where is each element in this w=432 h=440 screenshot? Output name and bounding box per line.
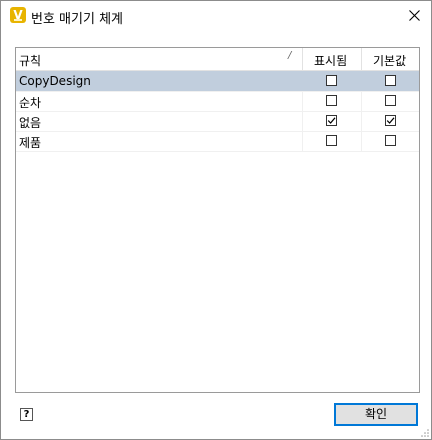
shown-checkbox[interactable] bbox=[326, 135, 337, 146]
resize-grip-icon[interactable] bbox=[421, 429, 429, 437]
close-icon bbox=[409, 10, 420, 21]
title-bar: V 번호 매기기 체계 bbox=[1, 1, 431, 31]
table-row[interactable]: 제품 bbox=[16, 131, 419, 152]
default-checkbox[interactable] bbox=[385, 115, 396, 126]
checkmark-icon bbox=[327, 117, 336, 124]
window-title: 번호 매기기 체계 bbox=[31, 12, 123, 27]
shown-checkbox[interactable] bbox=[326, 115, 337, 126]
default-checkbox[interactable] bbox=[385, 75, 396, 86]
default-checkbox[interactable] bbox=[385, 95, 396, 106]
shown-checkbox[interactable] bbox=[326, 75, 337, 86]
table-row[interactable]: CopyDesign bbox=[16, 71, 419, 92]
table-row[interactable]: 없음 bbox=[16, 111, 419, 132]
rule-name: 없음 bbox=[19, 116, 42, 130]
column-header-rule[interactable]: 규칙 bbox=[19, 52, 41, 69]
checkmark-icon bbox=[386, 117, 395, 124]
rule-name: CopyDesign bbox=[19, 74, 91, 88]
shown-checkbox[interactable] bbox=[326, 95, 337, 106]
dialog-window: V 번호 매기기 체계 규칙 / 표시됨 기본값 CopyDesign 순차없음제… bbox=[0, 0, 432, 440]
ok-button[interactable]: 확인 bbox=[334, 403, 418, 426]
sort-indicator-icon: / bbox=[288, 50, 292, 61]
rules-table: 규칙 / 표시됨 기본값 CopyDesign 순차없음제품 bbox=[15, 47, 420, 393]
close-button[interactable] bbox=[399, 1, 431, 31]
table-header: 규칙 / 표시됨 기본값 bbox=[16, 48, 419, 71]
column-header-default[interactable]: 기본값 bbox=[373, 52, 406, 69]
default-checkbox[interactable] bbox=[385, 135, 396, 146]
column-header-shown[interactable]: 표시됨 bbox=[314, 52, 347, 69]
app-v-icon: V bbox=[10, 7, 26, 23]
rule-name: 순차 bbox=[19, 96, 42, 110]
rule-name: 제품 bbox=[19, 136, 42, 150]
table-row[interactable]: 순차 bbox=[16, 91, 419, 112]
help-button[interactable]: ? bbox=[20, 408, 33, 421]
